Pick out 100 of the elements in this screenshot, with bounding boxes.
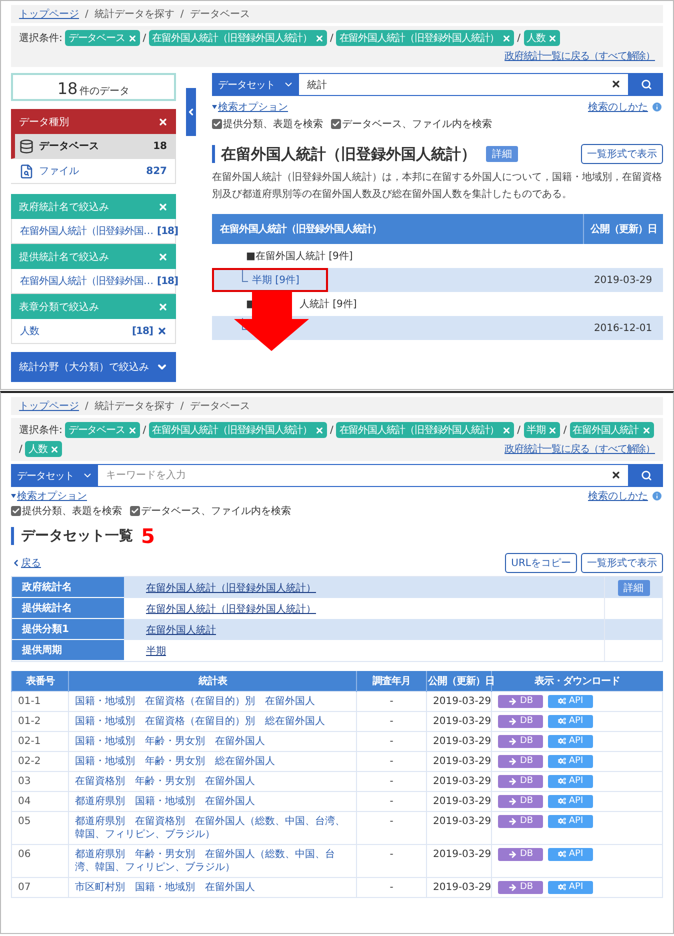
- chip-separator: /: [563, 424, 567, 436]
- conditions-label: 選択条件:: [19, 32, 62, 45]
- breadcrumb-item: 統計データを探す: [94, 8, 174, 21]
- search-option-checkbox[interactable]: 提供分類、表題を検索: [212, 116, 323, 130]
- db-button[interactable]: DB: [498, 848, 543, 860]
- db-button[interactable]: DB: [498, 754, 543, 768]
- checkbox[interactable]: [130, 506, 140, 516]
- info-value-link[interactable]: 在留外国人統計: [146, 622, 216, 636]
- remove-icon: [157, 326, 167, 336]
- arrow-right-icon: [508, 756, 517, 766]
- chip-separator: /: [19, 444, 22, 454]
- date-text: 2019-03-29: [433, 736, 492, 746]
- search-type-select[interactable]: データセット: [11, 464, 97, 487]
- arrow-right-icon: [508, 816, 517, 826]
- gears-icon: [558, 717, 566, 725]
- arrow-right-icon: [508, 696, 517, 706]
- close-icon[interactable]: [158, 116, 168, 126]
- checkbox[interactable]: [11, 506, 21, 516]
- db-button[interactable]: DB: [498, 814, 543, 828]
- tree-group-label: 人統計 [9件]: [299, 298, 357, 311]
- search-field[interactable]: キーワードを入力: [97, 464, 629, 487]
- gears-icon: [558, 757, 566, 765]
- breadcrumb-item: データベース: [190, 400, 250, 413]
- tree-leaf-link[interactable]: 半期 [9件]: [252, 273, 300, 287]
- remove-icon: [314, 426, 324, 434]
- filter-title: 統計分野（大分類）で絞込み: [19, 360, 149, 374]
- survey-month: -: [390, 716, 394, 726]
- gears-icon: [558, 697, 566, 705]
- search-option-checkbox[interactable]: データベース、ファイル内を検索: [130, 504, 291, 518]
- database-icon: [19, 138, 34, 154]
- breadcrumb-separator: /: [85, 400, 88, 412]
- info-value-link[interactable]: 在留外国人統計（旧登録外国人統計）: [146, 580, 316, 594]
- list-title: データセット一覧: [11, 527, 133, 545]
- checkbox[interactable]: [331, 118, 341, 128]
- search-options-link[interactable]: 検索オプション: [212, 100, 288, 114]
- copy-url-button[interactable]: URLをコピー: [505, 553, 577, 573]
- back-link[interactable]: 戻る: [11, 556, 41, 570]
- arrow-right-icon: [508, 796, 517, 806]
- chip-separator: /: [517, 424, 521, 436]
- close-icon[interactable]: [158, 302, 168, 312]
- table-number: 03: [18, 776, 31, 786]
- db-button[interactable]: DB: [498, 734, 543, 748]
- column-header: 在留外国人統計（旧登録外国人統計）: [220, 222, 382, 236]
- data-type-item[interactable]: データベース 18: [11, 134, 176, 159]
- close-icon[interactable]: [158, 202, 168, 212]
- search-options-link[interactable]: 検索オプション: [11, 488, 87, 502]
- date-text: 2019-03-29: [433, 816, 492, 826]
- table-number: 02-1: [18, 736, 41, 746]
- db-button[interactable]: DB: [498, 774, 543, 788]
- filter-item[interactable]: 人数 [18]: [11, 319, 176, 344]
- search-button[interactable]: [629, 464, 663, 487]
- chevron-left-icon: [186, 107, 196, 117]
- reset-link[interactable]: 政府統計一覧に戻る（すべて解除）: [504, 49, 655, 63]
- column-header: 公開（更新）日: [590, 222, 657, 236]
- search-option-checkbox[interactable]: データベース、ファイル内を検索: [331, 116, 492, 130]
- file-icon: [19, 164, 34, 178]
- db-button[interactable]: DB: [498, 794, 543, 808]
- remove-icon: [502, 426, 512, 434]
- db-button[interactable]: DB: [498, 714, 543, 728]
- checkbox[interactable]: [212, 118, 222, 128]
- detail-button[interactable]: 詳細: [618, 580, 650, 596]
- data-type-item[interactable]: ファイル 827: [11, 159, 176, 184]
- table-number: 07: [18, 882, 31, 892]
- info-icon: [651, 490, 663, 502]
- remove-icon: [642, 426, 651, 434]
- list-view-button[interactable]: 一覧形式で表示: [581, 553, 663, 573]
- arrow-right-icon: [508, 850, 517, 858]
- search-button[interactable]: [629, 73, 663, 96]
- remove-icon: [502, 34, 512, 42]
- collapse-tab[interactable]: [186, 88, 196, 136]
- chip-separator: /: [142, 424, 146, 436]
- arrow-right-icon: [508, 882, 517, 892]
- date-text: 2019-03-29: [433, 796, 492, 806]
- breadcrumb-link[interactable]: トップページ: [19, 399, 79, 413]
- search-help-link[interactable]: 検索のしかた: [588, 488, 663, 502]
- chip-separator: /: [142, 32, 146, 44]
- clear-icon[interactable]: [611, 470, 621, 480]
- date-text: 2019-03-29: [433, 696, 492, 706]
- date-text: 2019-03-29: [433, 882, 492, 892]
- reset-link[interactable]: 政府統計一覧に戻る（すべて解除）: [504, 442, 655, 456]
- detail-button[interactable]: 詳細: [486, 146, 518, 162]
- search-type-select[interactable]: データセット: [212, 73, 298, 96]
- table-number: 04: [18, 796, 31, 806]
- list-view-button[interactable]: 一覧形式で表示: [581, 144, 663, 164]
- info-value-link[interactable]: 在留外国人統計（旧登録外国人統計）: [146, 602, 316, 616]
- date-text: 2019-03-29: [594, 274, 652, 286]
- gears-icon: [558, 737, 566, 745]
- page-title: 在留外国人統計（旧登録外国人統計）: [212, 145, 476, 163]
- clear-icon[interactable]: [611, 79, 621, 89]
- info-value-link[interactable]: 半期: [146, 644, 166, 658]
- filter-header[interactable]: 統計分野（大分類）で絞込み: [11, 352, 176, 382]
- search-help-link[interactable]: 検索のしかた: [588, 100, 663, 114]
- close-icon[interactable]: [158, 252, 168, 262]
- search-field[interactable]: 統計: [298, 73, 629, 96]
- search-option-checkbox[interactable]: 提供分類、表題を検索: [11, 504, 122, 518]
- db-button[interactable]: DB: [498, 880, 543, 894]
- chevron-left-icon: [11, 558, 21, 568]
- db-button[interactable]: DB: [498, 694, 543, 708]
- date-text: 2019-03-29: [433, 776, 492, 786]
- breadcrumb-link[interactable]: トップページ: [19, 7, 79, 21]
